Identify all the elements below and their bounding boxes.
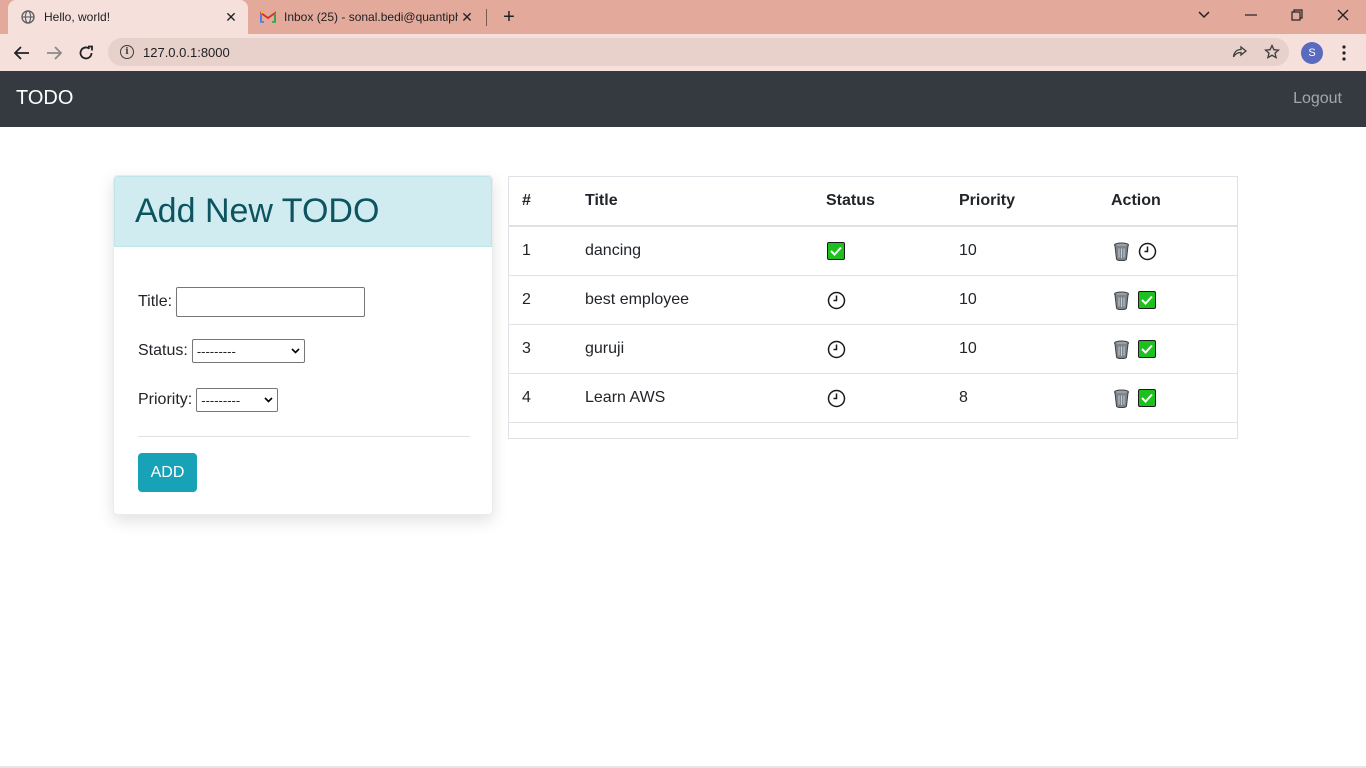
share-icon[interactable] [1229,41,1251,63]
row-title: Learn AWS [585,389,666,406]
mark-complete-check-icon[interactable] [1137,388,1157,408]
url-text: 127.0.0.1:8000 [143,44,230,60]
close-window-icon[interactable] [1320,0,1366,30]
title-label: Title: [138,293,173,310]
bookmark-star-icon[interactable] [1261,41,1283,63]
status-label: Status: [138,342,188,359]
row-actions [1111,227,1163,275]
row-status [826,227,852,275]
row-number: 3 [522,340,531,357]
address-bar[interactable]: i 127.0.0.1:8000 [108,38,1289,66]
todo-table: # Title Status Priority Action 1 dancing 1… [508,176,1238,439]
row-status [826,374,852,422]
column-header-title: Title [585,192,618,209]
row-priority: 10 [959,242,977,259]
brand-logo[interactable]: TODO [16,87,73,110]
profile-avatar[interactable]: S [1301,42,1323,64]
table-row: 4 Learn AWS 8 [509,374,1237,423]
clock-icon [826,388,846,408]
delete-trash-icon[interactable] [1111,388,1131,408]
mark-complete-check-icon[interactable] [1137,339,1157,359]
gmail-icon [260,9,276,25]
chevron-down-icon [264,395,273,406]
row-actions [1111,374,1163,422]
tab-separator [486,9,487,26]
close-tab-icon[interactable]: ✕ [458,8,476,26]
clock-icon [826,290,846,310]
tab-gmail-inbox[interactable]: Inbox (25) - sonal.bedi@quantiphi ✕ [252,0,484,34]
row-actions [1111,276,1163,324]
minimize-icon[interactable] [1228,0,1274,30]
tab-title: Inbox (25) - sonal.bedi@quantiphi [284,10,458,24]
row-title: guruji [585,340,625,357]
row-priority: 10 [959,291,977,308]
priority-select[interactable]: --------- [196,388,279,412]
row-priority: 10 [959,340,977,357]
mark-pending-clock-icon[interactable] [1137,241,1157,261]
column-header-action: Action [1111,192,1161,209]
column-header-number: # [522,192,531,209]
new-tab-button[interactable]: + [498,6,520,28]
table-row: 2 best employee 10 [509,276,1237,325]
card-title: Add New TODO [135,192,380,230]
title-input[interactable] [176,287,366,317]
globe-icon [20,9,36,25]
logout-link[interactable]: Logout [1293,90,1342,108]
site-info-icon[interactable]: i [120,45,134,59]
row-number: 4 [522,389,531,406]
browser-tabbar: Hello, world! ✕ Inbox (25) - sonal.bedi@… [0,0,1366,34]
restore-icon[interactable] [1274,0,1320,30]
row-priority: 8 [959,389,968,406]
table-row: 1 dancing 10 [509,227,1237,276]
back-arrow-icon[interactable] [8,39,36,67]
row-title: best employee [585,291,690,308]
row-number: 2 [522,291,531,308]
app-navbar: TODO Logout [0,71,1366,127]
delete-trash-icon[interactable] [1111,339,1131,359]
status-select[interactable]: --------- [191,339,305,363]
reload-icon[interactable] [72,39,100,67]
delete-trash-icon[interactable] [1111,241,1131,261]
clock-icon [826,339,846,359]
mark-complete-check-icon[interactable] [1137,290,1157,310]
row-number: 1 [522,242,531,259]
column-header-priority: Priority [959,192,1016,209]
delete-trash-icon[interactable] [1111,290,1131,310]
add-button[interactable]: ADD [138,453,197,492]
priority-label: Priority: [138,391,193,408]
tab-title: Hello, world! [44,10,111,24]
chevron-down-icon [291,346,300,357]
check-icon [826,241,846,261]
row-status [826,325,852,373]
column-header-status: Status [826,192,875,209]
tab-search-icon[interactable] [1181,0,1227,30]
status-select-value: --------- [196,343,236,359]
status-field-row: Status: --------- [138,339,305,363]
row-status [826,276,852,324]
table-header-row: # Title Status Priority Action [509,177,1237,227]
forward-arrow-icon[interactable] [40,39,68,67]
browser-menu-icon[interactable] [1336,42,1352,64]
title-field-row: Title: [138,287,366,317]
row-title: dancing [585,242,642,259]
close-tab-icon[interactable]: ✕ [222,8,240,26]
table-row: 3 guruji 10 [509,325,1237,374]
tab-hello-world[interactable]: Hello, world! ✕ [8,0,248,34]
priority-select-value: --------- [201,392,241,408]
add-todo-card: Add New TODO Title: Status: --------- Pr… [113,175,493,515]
card-header: Add New TODO [114,176,492,247]
row-actions [1111,325,1163,373]
browser-toolbar: i 127.0.0.1:8000 S [0,34,1366,71]
priority-field-row: Priority: --------- [138,388,279,412]
form-divider [138,436,470,437]
